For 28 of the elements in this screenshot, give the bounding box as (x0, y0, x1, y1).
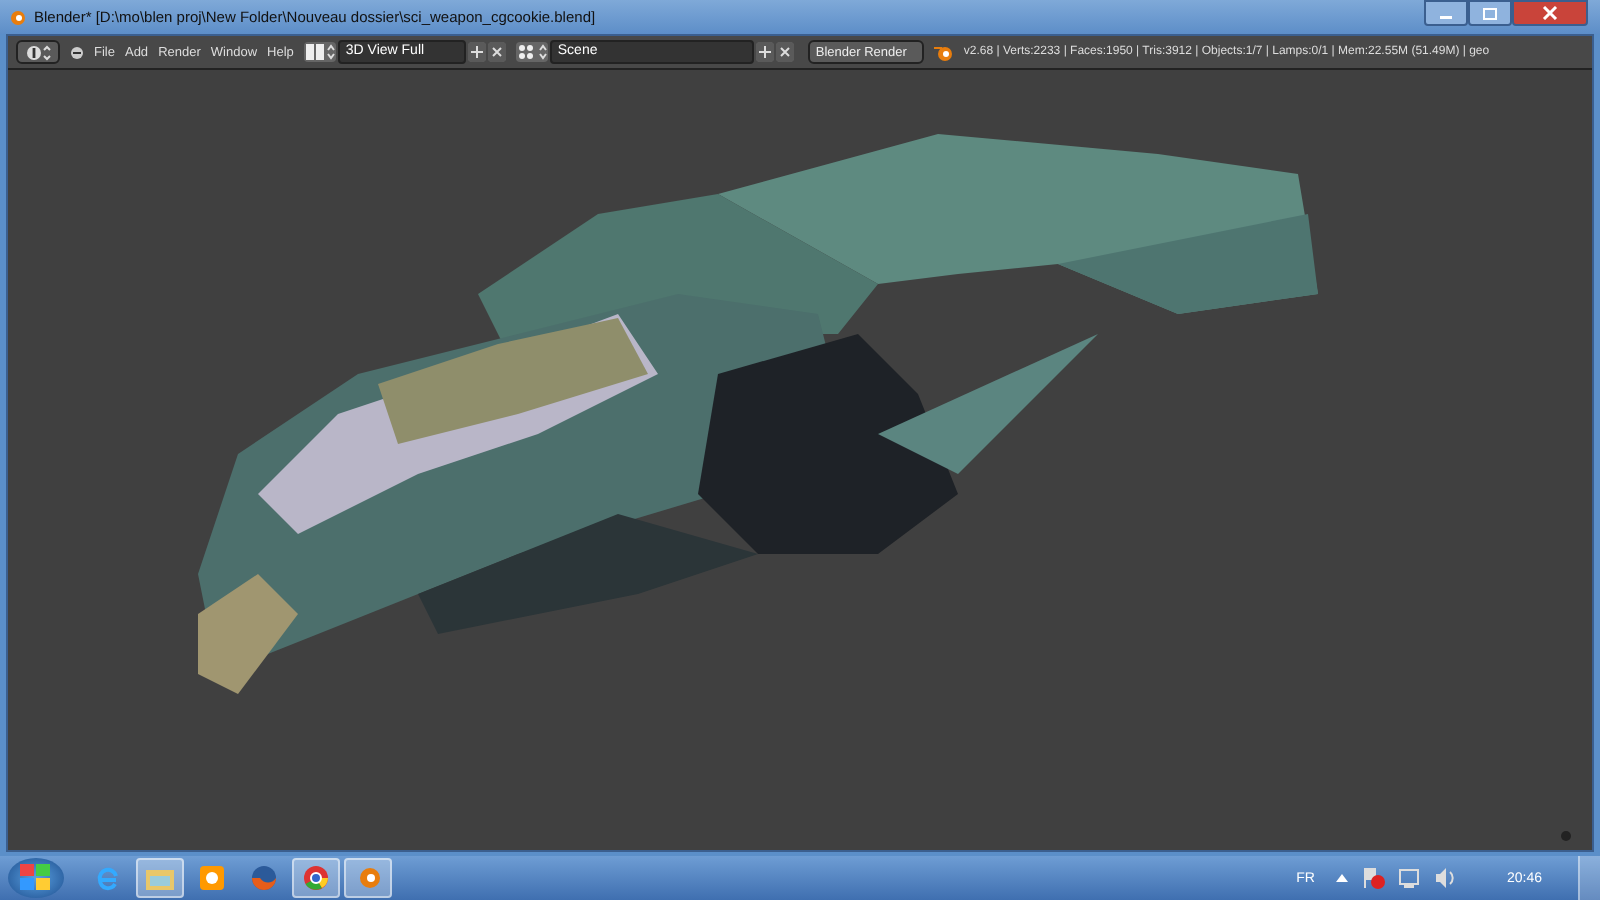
blender-taskbar-button[interactable] (344, 858, 392, 898)
show-hidden-icons-icon[interactable] (1334, 872, 1351, 884)
blender-logo-icon (933, 43, 954, 61)
flag-icon[interactable] (1362, 866, 1387, 890)
start-button[interactable] (8, 858, 64, 898)
editor-type-button[interactable] (16, 40, 60, 64)
blender-logo-icon (10, 9, 26, 25)
maximize-button[interactable] (1468, 0, 1512, 26)
collapse-icon[interactable] (70, 45, 84, 59)
browser-e-icon (92, 864, 124, 892)
info-icon (24, 43, 52, 61)
scene-icon[interactable] (515, 42, 548, 62)
add-icon[interactable] (755, 42, 774, 62)
layout-icon[interactable] (303, 42, 336, 62)
folder-icon (144, 864, 176, 892)
add-icon[interactable] (467, 42, 486, 62)
speaker-icon[interactable] (1434, 866, 1459, 890)
close-button[interactable] (1512, 0, 1588, 26)
minimize-button[interactable] (1424, 0, 1468, 26)
browser-icon (300, 864, 332, 892)
close-icon[interactable] (775, 42, 794, 62)
media-player-icon (196, 864, 228, 892)
close-icon[interactable] (487, 42, 506, 62)
globe-icon (248, 864, 280, 892)
network-icon[interactable] (1398, 866, 1423, 890)
chrome-taskbar-button[interactable] (292, 858, 340, 898)
close-icon (1542, 6, 1558, 20)
maximize-icon (1482, 7, 1498, 19)
